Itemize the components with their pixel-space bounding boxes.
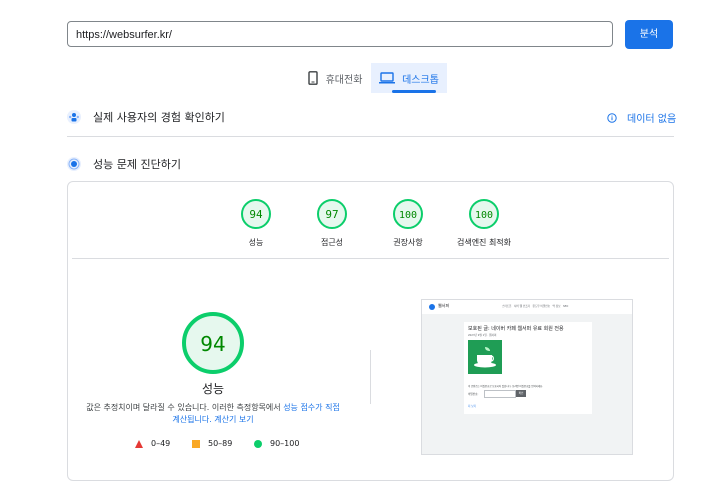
circle-icon [254, 439, 262, 448]
gauge-ring: 100 [469, 199, 499, 229]
diagnose-title: 성능 문제 진단하기 [93, 158, 181, 171]
tab-desktop-label: 데스크톱 [402, 74, 439, 86]
gauge-score: 97 [325, 208, 338, 221]
preview-nav-item: SEO [562, 305, 569, 308]
gauge-score: 94 [249, 208, 263, 221]
field-data-header[interactable]: 실제 사용자의 경험 확인하기 [67, 107, 225, 127]
preview-article: 보호된 글: 네이버 카페 웹서퍼 유료 회원 전용 2023년 9월 1일 ·… [464, 322, 592, 414]
gauge-score: 100 [399, 210, 417, 221]
tab-mobile-label: 휴대전화 [325, 74, 363, 86]
site-logo-icon [429, 304, 435, 310]
gauge-score: 100 [475, 210, 493, 221]
legend-fail: 0–49 [135, 439, 170, 448]
gauge-label: 검색엔진 최적화 [456, 238, 512, 247]
card-divider [72, 258, 669, 259]
performance-score: 94 [200, 332, 225, 356]
legend-pass: 90–100 [254, 439, 299, 448]
legend-average: 50–89 [192, 439, 232, 448]
users-icon [67, 110, 81, 124]
preview-password-input [484, 390, 516, 398]
analyze-button[interactable]: 분석 [625, 20, 673, 49]
vertical-divider [370, 350, 371, 404]
preview-password-label: 비밀번호: [468, 393, 479, 396]
info-icon [607, 112, 617, 123]
diagnose-header[interactable]: 성능 문제 진단하기 [67, 154, 181, 174]
gauge-ring: 94 [241, 199, 271, 229]
performance-note-text: 값은 추정치이며 달라질 수 있습니다. 이러한 측정항목에서 [86, 403, 284, 412]
tab-desktop[interactable]: 데스크톱 [371, 63, 447, 93]
preview-nav-item: 서버 웹 인프라 [514, 305, 530, 308]
legend-pass-range: 90–100 [270, 439, 300, 448]
gauge-label: 성능 [248, 238, 264, 247]
gauge-label: 접근성 [320, 238, 344, 247]
site-name: 웹서퍼 [438, 303, 450, 308]
preview-nav: 스마트폰 서버 웹 인프라 윈도우 비밀번호 맥 정보 SEO [502, 304, 568, 308]
section-divider [67, 136, 674, 137]
active-tab-indicator [392, 90, 436, 93]
gauge-ring: 100 [393, 199, 423, 229]
phone-icon [307, 71, 318, 85]
url-input[interactable]: https://websurfer.kr/ [67, 21, 613, 47]
preview-submit-button: 확인 [516, 390, 526, 397]
no-data-link[interactable]: 데이터 없음 [607, 110, 676, 125]
diagnose-icon [67, 157, 81, 171]
field-data-title: 실제 사용자의 경험 확인하기 [93, 111, 225, 124]
preview-footer-link: 더 보기 [468, 405, 476, 408]
legend-average-range: 50–89 [208, 439, 233, 448]
tab-mobile[interactable]: 휴대전화 [300, 63, 370, 93]
gauge-ring: 97 [317, 199, 347, 229]
preview-header: 웹서퍼 스마트폰 서버 웹 인프라 윈도우 비밀번호 맥 정보 SEO [422, 300, 632, 314]
preview-nav-item: 스마트폰 [502, 305, 512, 308]
performance-label: 성능 [201, 382, 225, 396]
preview-body-text: 이 콘텐츠는 비밀번호로 보호되어 있습니다. 보려면 비밀번호를 입력하세요. [468, 385, 544, 388]
square-icon [192, 439, 200, 448]
coffee-cup-icon [474, 347, 496, 368]
preview-nav-item: 맥 정보 [552, 305, 561, 308]
calculator-link[interactable]: 계산기 보기 [214, 415, 253, 424]
triangle-icon [135, 439, 143, 448]
preview-post-title: 보호된 글: 네이버 카페 웹서퍼 유료 회원 전용 [468, 326, 564, 332]
gauge-label: 권장사항 [393, 238, 423, 247]
preview-featured-image [468, 340, 502, 374]
performance-note: 값은 추정치이며 달라질 수 있습니다. 이러한 측정항목에서 성능 점수가 직… [82, 402, 344, 426]
no-data-label: 데이터 없음 [627, 114, 677, 125]
preview-nav-item: 윈도우 비밀번호 [532, 305, 551, 308]
preview-post-meta: 2023년 9월 1일 · 웹서퍼 [468, 334, 497, 337]
desktop-icon [379, 72, 396, 84]
page-screenshot: 웹서퍼 스마트폰 서버 웹 인프라 윈도우 비밀번호 맥 정보 SEO 보호된 … [421, 299, 633, 455]
performance-gauge: 94 [182, 312, 244, 374]
legend-fail-range: 0–49 [151, 439, 171, 448]
